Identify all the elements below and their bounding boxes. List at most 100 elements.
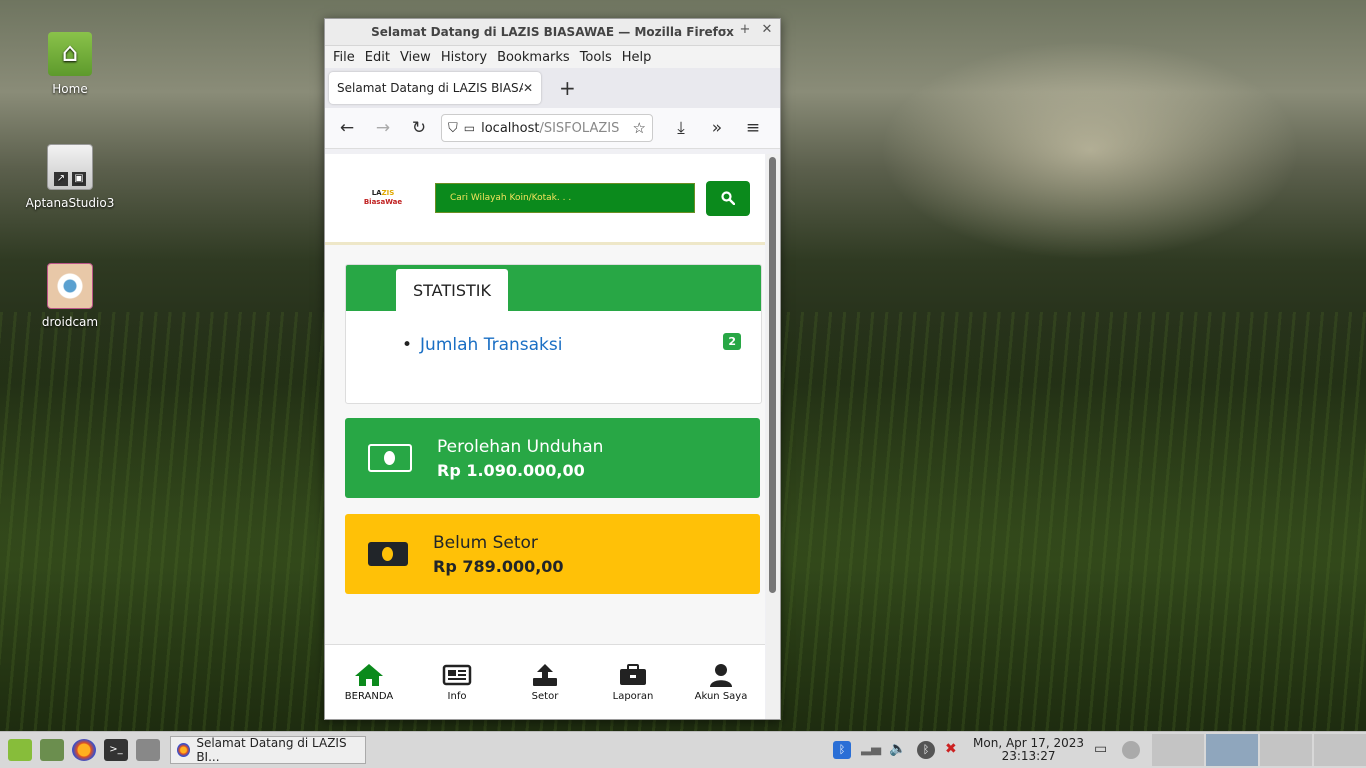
url-text[interactable]: localhost/SISFOLAZIS bbox=[481, 121, 626, 136]
site-header: LAZIS BiasaWae Cari Wilayah Koin/Kotak. … bbox=[325, 154, 765, 245]
new-tab-button[interactable]: + bbox=[559, 76, 576, 100]
url-path: /SISFOLAZIS bbox=[539, 120, 620, 136]
perolehan-unduhan-box[interactable]: Perolehan Unduhan Rp 1.090.000,00 bbox=[345, 418, 760, 498]
menu-tools[interactable]: Tools bbox=[580, 50, 612, 65]
clock-time: 23:13:27 bbox=[1001, 749, 1056, 763]
nav-info-label: Info bbox=[447, 691, 467, 702]
download-icon[interactable]: ⤓ bbox=[667, 118, 695, 138]
logo-text-zis: ZIS bbox=[381, 189, 395, 197]
search-input[interactable]: Cari Wilayah Koin/Kotak. . . bbox=[435, 183, 695, 213]
back-arrow-icon[interactable]: ← bbox=[333, 118, 361, 138]
volume-icon[interactable]: 🔈 bbox=[889, 741, 907, 759]
home-icon bbox=[355, 664, 383, 686]
forward-arrow-icon[interactable]: → bbox=[369, 118, 397, 138]
maximize-button[interactable]: + bbox=[738, 22, 752, 37]
nav-akun-saya[interactable]: Akun Saya bbox=[678, 663, 764, 702]
desktop-icon-home[interactable]: Home bbox=[20, 32, 120, 96]
newspaper-icon bbox=[442, 664, 472, 686]
desktop-icon-droidcam[interactable]: droidcam bbox=[20, 263, 120, 329]
desktop-icon-aptana[interactable]: ↗ ▣ AptanaStudio3 bbox=[20, 144, 120, 210]
bluetooth-status-icon[interactable]: ᛒ bbox=[917, 741, 936, 759]
system-tray: ᛒ ▂▄ 🔈 ᛒ ✖ Mon, Apr 17, 2023 23:13:27 ▭ bbox=[833, 734, 1366, 766]
belum-setor-title: Belum Setor bbox=[433, 532, 538, 553]
desktop-icon-label: droidcam bbox=[41, 315, 99, 329]
bluetooth-icon[interactable]: ᛒ bbox=[833, 741, 852, 759]
money-bill-icon bbox=[368, 444, 412, 472]
home-folder-icon bbox=[48, 32, 92, 76]
battery-icon[interactable]: ▭ bbox=[1094, 741, 1112, 759]
workspace-4[interactable] bbox=[1314, 734, 1366, 766]
network-signal-icon[interactable]: ▂▄ bbox=[861, 741, 881, 759]
menu-view[interactable]: View bbox=[400, 50, 431, 65]
perolehan-unduhan-title: Perolehan Unduhan bbox=[437, 436, 604, 457]
nav-akun-saya-label: Akun Saya bbox=[694, 691, 748, 702]
tab-statistik[interactable]: STATISTIK bbox=[396, 269, 508, 311]
taskbar-window-button[interactable]: Selamat Datang di LAZIS BI... bbox=[170, 736, 366, 764]
search-icon bbox=[721, 191, 735, 205]
search-placeholder: Cari Wilayah Koin/Kotak. . . bbox=[450, 193, 572, 203]
tab-close-icon[interactable]: ✕ bbox=[523, 81, 533, 95]
shield-warning-icon[interactable]: ✖ bbox=[945, 741, 963, 759]
money-bill-icon bbox=[368, 542, 408, 566]
logo-text-la: LA bbox=[371, 189, 382, 197]
jumlah-transaksi-link[interactable]: Jumlah Transaksi bbox=[402, 335, 562, 355]
firefox-launcher-icon[interactable] bbox=[72, 739, 96, 761]
terminal-icon[interactable]: >_ bbox=[104, 739, 128, 761]
nav-beranda-label: BERANDA bbox=[344, 691, 394, 702]
navigation-toolbar: ← → ↻ ⛉ ▭ localhost/SISFOLAZIS ☆ ⤓ » ≡ bbox=[325, 108, 780, 149]
minimize-button[interactable]: – bbox=[716, 22, 730, 37]
overflow-chevron-icon[interactable]: » bbox=[703, 118, 731, 138]
search-button[interactable] bbox=[706, 180, 750, 216]
nav-setor-label: Setor bbox=[531, 691, 559, 702]
url-host: localhost bbox=[481, 120, 540, 136]
desktop-icon-label: AptanaStudio3 bbox=[25, 196, 115, 210]
tab-title: Selamat Datang di LAZIS BIASAWAE bbox=[337, 81, 523, 95]
workspace-1[interactable] bbox=[1152, 734, 1204, 766]
upload-icon bbox=[533, 664, 557, 686]
url-bar[interactable]: ⛉ ▭ localhost/SISFOLAZIS ☆ bbox=[441, 114, 653, 142]
drive-icon[interactable] bbox=[136, 739, 160, 761]
menu-bookmarks[interactable]: Bookmarks bbox=[497, 50, 570, 65]
window-titlebar[interactable]: Selamat Datang di LAZIS BIASAWAE — Mozil… bbox=[325, 19, 780, 46]
nav-laporan-label: Laporan bbox=[612, 691, 654, 702]
scrollbar-thumb[interactable] bbox=[769, 157, 776, 593]
mint-menu-icon[interactable] bbox=[8, 739, 32, 761]
menu-help[interactable]: Help bbox=[622, 50, 652, 65]
site-logo[interactable]: LAZIS BiasaWae bbox=[353, 189, 413, 207]
reload-icon[interactable]: ↻ bbox=[405, 118, 433, 138]
logo-text-biasawae: BiasaWae bbox=[363, 198, 403, 206]
page-info-icon[interactable]: ▭ bbox=[464, 121, 475, 135]
nav-info[interactable]: Info bbox=[414, 663, 500, 702]
close-window-button[interactable]: ✕ bbox=[760, 22, 774, 37]
page-scrollbar[interactable] bbox=[766, 154, 780, 719]
page-viewport: LAZIS BiasaWae Cari Wilayah Koin/Kotak. … bbox=[325, 154, 765, 719]
nav-setor[interactable]: Setor bbox=[502, 663, 588, 702]
belum-setor-box[interactable]: Belum Setor Rp 789.000,00 bbox=[345, 514, 760, 594]
menu-bar: File Edit View History Bookmarks Tools H… bbox=[325, 46, 780, 68]
bookmark-star-icon[interactable]: ☆ bbox=[633, 119, 646, 137]
aptana-icon: ↗ ▣ bbox=[47, 144, 93, 190]
taskbar-window-label: Selamat Datang di LAZIS BI... bbox=[196, 736, 347, 764]
menu-file[interactable]: File bbox=[333, 50, 355, 65]
droidcam-eye-icon bbox=[47, 263, 93, 309]
nav-beranda[interactable]: BERANDA bbox=[326, 663, 412, 702]
shield-icon[interactable]: ⛉ bbox=[448, 121, 458, 136]
tab-bar: Selamat Datang di LAZIS BIASAWAE ✕ + bbox=[325, 68, 780, 108]
clock[interactable]: Mon, Apr 17, 2023 23:13:27 bbox=[973, 737, 1084, 763]
menu-history[interactable]: History bbox=[441, 50, 487, 65]
workspace-2[interactable] bbox=[1206, 734, 1258, 766]
menu-edit[interactable]: Edit bbox=[365, 50, 390, 65]
transaction-count-badge: 2 bbox=[723, 333, 741, 350]
browser-tab[interactable]: Selamat Datang di LAZIS BIASAWAE ✕ bbox=[329, 72, 541, 104]
window-title: Selamat Datang di LAZIS BIASAWAE — Mozil… bbox=[371, 25, 734, 39]
workspace-3[interactable] bbox=[1260, 734, 1312, 766]
nav-laporan[interactable]: Laporan bbox=[590, 663, 676, 702]
hamburger-menu-icon[interactable]: ≡ bbox=[739, 118, 767, 138]
briefcase-icon bbox=[620, 664, 646, 685]
statistik-card-header: STATISTIK bbox=[346, 265, 761, 311]
taskbar: >_ Selamat Datang di LAZIS BI... ᛒ ▂▄ 🔈 … bbox=[0, 731, 1366, 768]
firefox-small-icon bbox=[177, 743, 191, 757]
notification-icon[interactable] bbox=[1122, 741, 1140, 759]
perolehan-unduhan-value: Rp 1.090.000,00 bbox=[437, 460, 585, 480]
file-manager-icon[interactable] bbox=[40, 739, 64, 761]
